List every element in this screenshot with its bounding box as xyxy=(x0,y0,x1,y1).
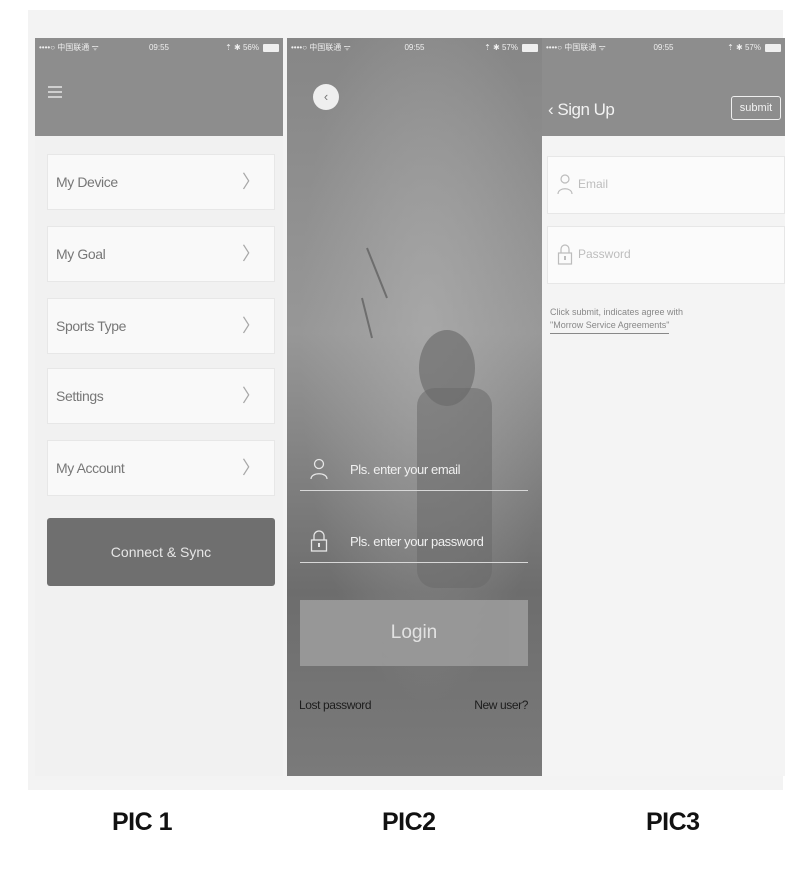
status-bar: ••••○ 中国联通 ᯤ 09:55 ⇡ ✱ 56% xyxy=(35,38,283,58)
login-button[interactable]: Login xyxy=(300,600,528,666)
menu-item-settings[interactable]: Settings 〉 xyxy=(47,368,275,424)
screen-signup: ••••○ 中国联通 ᯤ 09:55 ⇡ ✱ 57% ‹ Sign Up sub… xyxy=(542,38,785,776)
chevron-right-icon: 〉 xyxy=(242,172,260,192)
battery-icon xyxy=(765,44,781,52)
status-time: 09:55 xyxy=(653,43,674,52)
battery-icon xyxy=(263,44,279,52)
page-title: Sign Up xyxy=(557,100,615,119)
password-field[interactable]: Pls. enter your password xyxy=(300,522,528,563)
battery-percent: ⇡ ✱ 56% xyxy=(225,43,259,52)
email-placeholder: Email xyxy=(578,177,609,191)
chevron-right-icon: 〉 xyxy=(242,316,260,336)
password-placeholder: Password xyxy=(578,247,631,261)
menu-item-label: My Device xyxy=(56,174,118,190)
agreement-notice: Click submit, indicates agree with "Morr… xyxy=(550,306,683,334)
carrier-signal: ••••○ 中国联通 ᯤ xyxy=(39,43,99,52)
status-bar: ••••○ 中国联通 ᯤ 09:55 ⇡ ✱ 57% xyxy=(542,38,785,58)
chevron-right-icon: 〉 xyxy=(242,458,260,478)
back-button[interactable]: ‹ xyxy=(313,84,339,110)
hamburger-menu-icon[interactable] xyxy=(48,86,62,100)
battery-percent: ⇡ ✱ 57% xyxy=(484,43,518,52)
password-field[interactable]: Password xyxy=(547,226,785,284)
lock-icon xyxy=(310,530,328,552)
menu-header: ••••○ 中国联通 ᯤ 09:55 ⇡ ✱ 56% xyxy=(35,38,283,136)
lock-icon xyxy=(557,244,573,265)
password-placeholder: Pls. enter your password xyxy=(350,534,484,549)
menu-item-my-device[interactable]: My Device 〉 xyxy=(47,154,275,210)
submit-button[interactable]: submit xyxy=(731,96,781,120)
menu-item-my-account[interactable]: My Account 〉 xyxy=(47,440,275,496)
email-field[interactable]: Email xyxy=(547,156,785,214)
carrier-signal: ••••○ 中国联通 ᯤ xyxy=(291,43,351,52)
caption-pic2: PIC2 xyxy=(382,808,436,836)
email-field[interactable]: Pls. enter your email xyxy=(300,450,528,491)
chevron-left-icon: ‹ xyxy=(323,89,329,104)
status-time: 09:55 xyxy=(148,43,170,52)
status-bar: ••••○ 中国联通 ᯤ 09:55 ⇡ ✱ 57% xyxy=(287,38,542,58)
menu-item-label: My Account xyxy=(56,460,125,476)
chevron-left-icon: ‹ xyxy=(548,100,558,119)
status-time: 09:55 xyxy=(404,43,425,52)
back-button[interactable]: ‹ Sign Up xyxy=(548,100,615,120)
battery-icon xyxy=(522,44,538,52)
menu-item-my-goal[interactable]: My Goal 〉 xyxy=(47,226,275,282)
caption-pic1: PIC 1 xyxy=(112,808,173,836)
chevron-right-icon: 〉 xyxy=(242,386,260,406)
agreement-text: Click submit, indicates agree with xyxy=(550,307,684,317)
forgot-password-link[interactable]: Lost password xyxy=(299,698,372,712)
menu-item-label: Settings xyxy=(56,388,104,404)
user-icon xyxy=(557,174,573,195)
email-placeholder: Pls. enter your email xyxy=(350,462,461,477)
service-agreement-link[interactable]: "Morrow Service Agreements" xyxy=(550,319,670,334)
screen-login: ••••○ 中国联通 ᯤ 09:55 ⇡ ✱ 57% ‹ Pls. enter … xyxy=(287,38,542,776)
menu-item-label: My Goal xyxy=(56,246,106,262)
menu-item-sports-type[interactable]: Sports Type 〉 xyxy=(47,298,275,354)
connect-sync-button[interactable]: Connect & Sync xyxy=(47,518,275,586)
screen-menu: ••••○ 中国联通 ᯤ 09:55 ⇡ ✱ 56% My Device 〉 M… xyxy=(35,38,283,776)
menu-item-label: Sports Type xyxy=(56,318,127,334)
user-icon xyxy=(310,458,328,480)
chevron-right-icon: 〉 xyxy=(242,244,260,264)
carrier-signal: ••••○ 中国联通 ᯤ xyxy=(546,43,606,52)
battery-percent: ⇡ ✱ 57% xyxy=(727,43,761,52)
caption-pic3: PIC3 xyxy=(646,808,700,836)
new-user-link[interactable]: New user? xyxy=(474,698,528,712)
signup-header: ••••○ 中国联通 ᯤ 09:55 ⇡ ✱ 57% ‹ Sign Up sub… xyxy=(542,38,785,136)
